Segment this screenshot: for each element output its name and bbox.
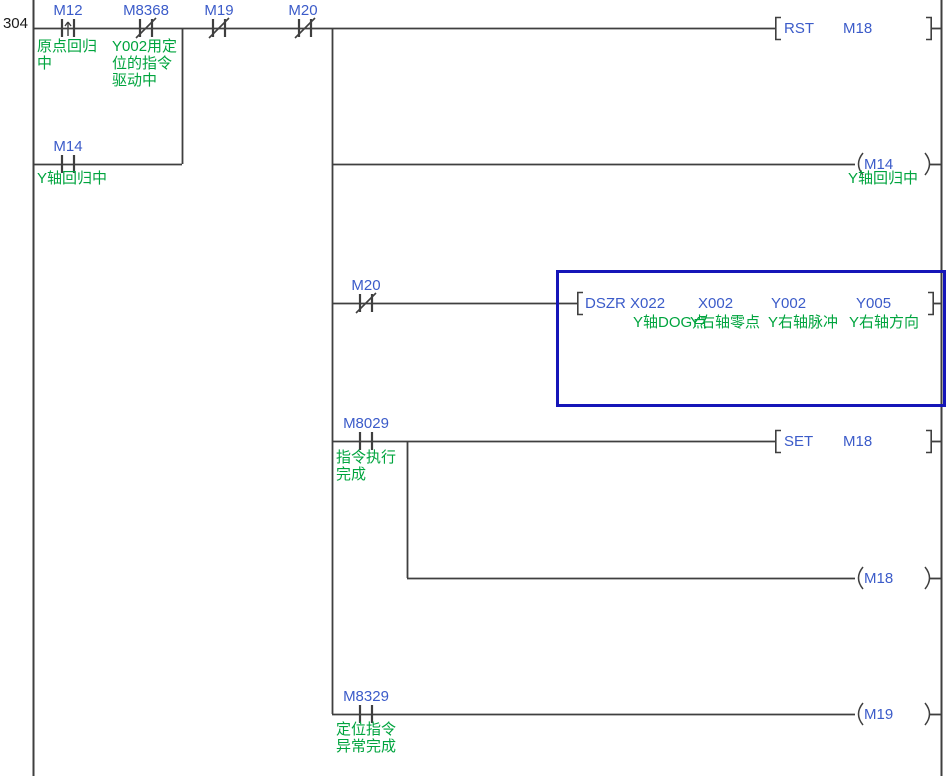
dszr-operand-2[interactable]: X002 (698, 295, 733, 312)
dszr-operand-4[interactable]: Y005 (856, 295, 891, 312)
contact-comment-m14: Y轴回归中 (37, 170, 107, 187)
dszr-operand-4-comment: Y右轴方向 (849, 314, 919, 331)
set-operand[interactable]: M18 (843, 433, 872, 450)
dszr-operand-1[interactable]: X022 (630, 295, 665, 312)
dszr-operand-2-comment: Y右轴零点 (690, 314, 760, 331)
coil-label-m18[interactable]: M18 (864, 570, 893, 587)
contact-m19-normally-closed[interactable] (209, 18, 229, 38)
set-mnemonic[interactable]: SET (784, 433, 813, 450)
contact-comment-m8329: 定位指令 异常完成 (336, 721, 396, 755)
rst-operand[interactable]: M18 (843, 20, 872, 37)
contact-label-m20-main[interactable]: M20 (288, 2, 317, 19)
coil-comment-m14: Y轴回归中 (848, 170, 918, 187)
contact-m20-branch-normally-closed[interactable] (356, 293, 376, 313)
dszr-operand-3-comment: Y右轴脉冲 (768, 314, 838, 331)
contact-m20-main-normally-closed[interactable] (295, 18, 315, 38)
dszr-mnemonic[interactable]: DSZR (585, 295, 626, 312)
coil-label-m19[interactable]: M19 (864, 706, 893, 723)
contact-comment-m8029: 指令执行 完成 (336, 449, 396, 483)
contact-label-m8368[interactable]: M8368 (123, 2, 169, 19)
contact-label-m14[interactable]: M14 (53, 138, 82, 155)
contact-m8368-normally-closed[interactable] (136, 18, 156, 38)
contact-comment-m12: 原点回归 中 (37, 38, 97, 72)
contact-comment-m8368: Y002用定 位的指令 驱动中 (112, 38, 177, 89)
ladder-canvas[interactable] (0, 0, 952, 776)
contact-label-m12[interactable]: M12 (53, 2, 82, 19)
contact-label-m20-branch[interactable]: M20 (351, 277, 380, 294)
dszr-operand-3[interactable]: Y002 (771, 295, 806, 312)
selection-box (558, 272, 945, 406)
rung-step-number: 304 (0, 15, 28, 32)
contact-label-m8029[interactable]: M8029 (343, 415, 389, 432)
power-rails (34, 0, 942, 776)
contact-label-m8329[interactable]: M8329 (343, 688, 389, 705)
rst-mnemonic[interactable]: RST (784, 20, 814, 37)
contact-label-m19[interactable]: M19 (204, 2, 233, 19)
wires (33, 28, 941, 715)
